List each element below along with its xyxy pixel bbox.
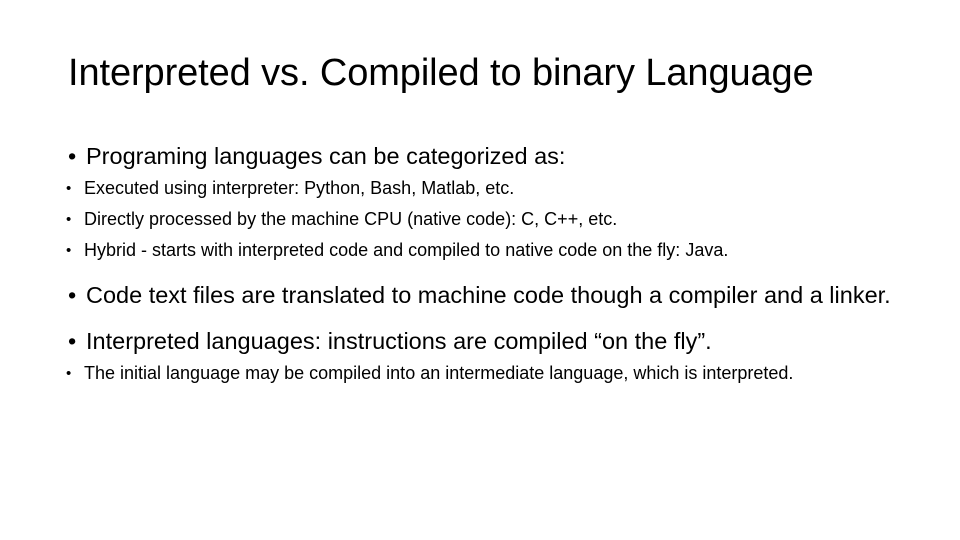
bullet-point-icon: •: [66, 365, 72, 382]
bullet-text: Executed using interpreter: Python, Bash…: [84, 178, 515, 198]
bullet-point-icon: •: [68, 328, 77, 354]
bullet-point-icon: •: [66, 211, 72, 228]
page-title: Interpreted vs. Compiled to binary Langu…: [68, 52, 814, 94]
bullet-point-icon: •: [68, 143, 77, 169]
bullet-text: Code text files are translated to machin…: [86, 282, 891, 308]
bullet-list-level2-categories: • Executed using interpreter: Python, Ba…: [60, 173, 900, 266]
bullet-point-icon: •: [66, 180, 72, 197]
bullet-text: Programing languages can be categorized …: [86, 143, 566, 169]
bullet-item-directly-processed: • Directly processed by the machine CPU …: [60, 204, 900, 235]
bullet-text: The initial language may be compiled int…: [84, 363, 794, 383]
bullet-point-icon: •: [66, 242, 72, 259]
bullet-item-initial-language: • The initial language may be compiled i…: [60, 358, 900, 389]
bullet-text: Interpreted languages: instructions are …: [86, 328, 712, 354]
bullet-text: Hybrid - starts with interpreted code an…: [84, 240, 729, 260]
bullet-text: Directly processed by the machine CPU (n…: [84, 209, 618, 229]
bullet-list-level2-initial-language: • The initial language may be compiled i…: [60, 358, 900, 389]
bullet-item-executed-using-interpreter: • Executed using interpreter: Python, Ba…: [60, 173, 900, 204]
bullet-item-hybrid: • Hybrid - starts with interpreted code …: [60, 235, 900, 266]
bullet-list-level1: • Programing languages can be categorize…: [60, 140, 900, 389]
bullet-point-icon: •: [68, 282, 77, 308]
slide-body: • Programing languages can be categorize…: [60, 140, 900, 389]
bullet-item-interpreted-languages: • Interpreted languages: instructions ar…: [60, 325, 900, 358]
bullet-item-programing-languages: • Programing languages can be categorize…: [60, 140, 900, 173]
slide-canvas: Interpreted vs. Compiled to binary Langu…: [0, 0, 960, 540]
bullet-item-code-text-files: • Code text files are translated to mach…: [60, 279, 900, 312]
